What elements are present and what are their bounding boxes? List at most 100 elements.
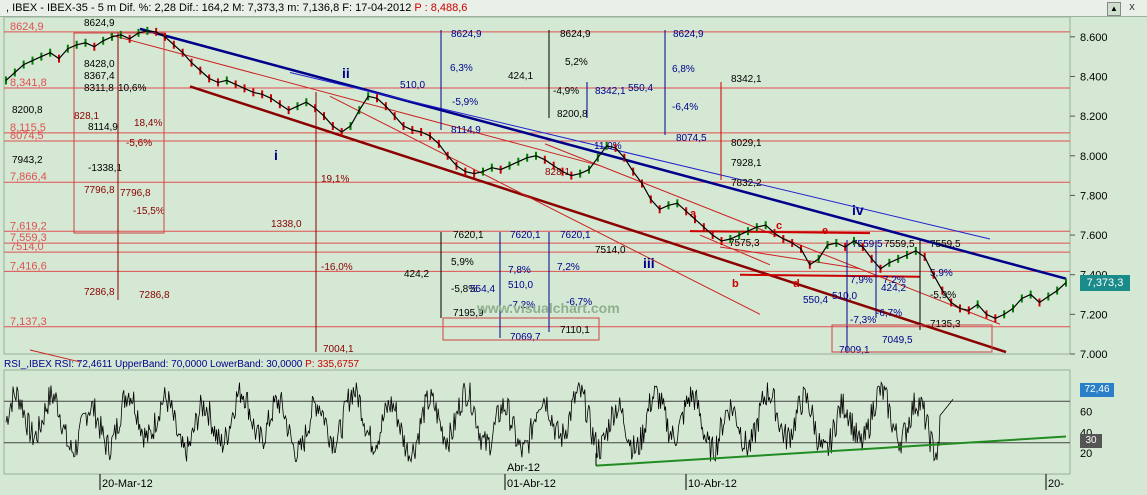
wave-label: iii (643, 255, 655, 271)
annotation-text: 7,9% (850, 275, 873, 286)
y-tick-label: 7.000 (1080, 349, 1108, 361)
annotation-text: 7559,5 (930, 239, 961, 250)
annotation-text: 7069,7 (510, 332, 541, 343)
x-tick-label: 01-Abr-12 (507, 478, 556, 490)
trendline (329, 95, 761, 315)
watermark-text: www.visualchart.com (477, 300, 620, 316)
annotation-text: 7004,1 (323, 344, 354, 355)
trendline (139, 27, 1067, 280)
annotation-text: 7559,5 (884, 239, 915, 250)
level-label: 7514,0 (10, 241, 44, 253)
level-label: 7,619,2 (10, 220, 47, 232)
y-tick-label: 8.200 (1080, 111, 1108, 123)
annotation-text: 8367,4 (84, 71, 115, 82)
annotation-text: 8200,8 (12, 105, 43, 116)
trendline (289, 72, 991, 240)
wave-label: b (732, 278, 739, 290)
annotation-text: 7009,1 (839, 345, 870, 356)
annotation-text: 5,9% (451, 257, 474, 268)
wave-label: e (822, 225, 828, 237)
annotation-text: 18,4% (134, 118, 162, 129)
annotation-text: -5,9% (452, 97, 478, 108)
annotation-text: 8624,9 (451, 29, 482, 40)
wave-label: iv (852, 202, 864, 218)
level-label: 7,866,4 (10, 171, 47, 183)
level-label: 8074,5 (10, 130, 44, 142)
annotation-text: 7,8% (508, 265, 531, 276)
annotation-text: -6,7% (876, 308, 902, 319)
annotation-text: 554,4 (470, 284, 495, 295)
annotation-text: 7110,1 (560, 325, 590, 336)
annotation-text: 6,3% (450, 63, 473, 74)
annotation-text: -6,4% (672, 102, 698, 113)
annotation-text: 510,0 (508, 280, 533, 291)
x-tick-label: 20-Mar-12 (102, 478, 153, 490)
annotation-text: 1338,0 (271, 219, 302, 230)
price-series (5, 26, 1067, 323)
last-price-box: 7,373,3 (1080, 275, 1130, 291)
annotation-text: 19,1% (321, 174, 349, 185)
annotation-text: 828,1 (74, 111, 99, 122)
chart-svg[interactable]: 8624,98,341,88,115,58074,57,866,47,619,2… (0, 0, 1147, 495)
annotation-text: 7514,0 (595, 245, 626, 256)
annotation-text: 7286,8 (139, 290, 170, 301)
annotation-text: 8114,9 (88, 122, 118, 133)
annotation-text: 7559,5 (852, 239, 883, 250)
annotation-text: -7,3% (850, 315, 876, 326)
annotation-text: 8428,0 (84, 59, 115, 70)
rsi-header: RSI_,IBEX RSI: 72,4611 UpperBand: 70,000… (4, 359, 360, 370)
annotation-text: 8311,8 (84, 83, 114, 94)
annotation-text: 550,4 (803, 295, 828, 306)
annotation-text: 5,2% (565, 57, 588, 68)
level-label: 8624,9 (10, 21, 44, 33)
y-tick-label: 7.800 (1080, 190, 1108, 202)
annotation-text: 424,1 (508, 71, 533, 82)
annotation-text: -15,5% (133, 206, 165, 217)
y-tick-label: 7.600 (1080, 230, 1108, 242)
rsi-series (4, 381, 1070, 467)
annotation-text: 7943,2 (12, 155, 43, 166)
rsi-panel-frame (3, 369, 1071, 475)
annotation-text: 7620,1 (510, 230, 541, 241)
price-line (5, 30, 1067, 319)
annotation-text: 8342,1 (595, 86, 626, 97)
annotation-text: 8200,8 (557, 109, 588, 120)
annotation-text: 7832,2 (731, 178, 762, 189)
wave-label: ii (342, 65, 350, 81)
annotation-text: 424,2 (881, 283, 906, 294)
annotation-text: 7928,1 (731, 158, 762, 169)
x-axis: 20-Mar-12 01-Abr-12 10-Abr-12 20- Abr-12 (99, 462, 1064, 490)
annotation-text: 10,6% (118, 83, 146, 94)
annotation-text: 8114,9 (451, 125, 481, 136)
wave-label: c (776, 220, 782, 232)
annotation-text: 8624,9 (560, 29, 591, 40)
annotation-text: 7620,1 (453, 230, 484, 241)
annotation-text: 510,0 (832, 291, 857, 302)
rsi-tick-label: 60 (1080, 407, 1092, 419)
annotation-text: -4,9% (553, 86, 579, 97)
annotation-text: 8029,1 (731, 138, 762, 149)
annotation-text: 7796,8 (84, 185, 115, 196)
annotation-text: 8074,5 (676, 133, 707, 144)
level-label: 7,416,6 (10, 260, 47, 272)
annotation-text: 7,2% (557, 262, 580, 273)
annotation-text: 8624,9 (673, 29, 704, 40)
annotation-text: 6,8% (672, 64, 695, 75)
y-tick-label: 8.400 (1080, 71, 1108, 83)
x-tick-label: 10-Abr-12 (688, 478, 737, 490)
wave-label: i (274, 147, 278, 163)
rsi-p-label: P: 335,6757 (305, 359, 360, 370)
rsi-tick-label: 20 (1080, 448, 1092, 460)
y-tick-label: 7.200 (1080, 309, 1108, 321)
rsi-lower-box: 30 (1080, 434, 1102, 448)
rsi-line (5, 381, 954, 464)
annotation-text: 510,0 (400, 80, 425, 91)
x-tick-minor-label: Abr-12 (507, 462, 540, 474)
level-label: 8,341,8 (10, 77, 47, 89)
x-tick-label: 20- (1048, 478, 1064, 490)
annotation-text: 7286,8 (84, 287, 115, 298)
annotation-text: 424,2 (404, 269, 429, 280)
annotation-text: 7049,5 (882, 335, 913, 346)
wave-label: d (793, 278, 800, 290)
annotation-text: -5,6% (126, 138, 152, 149)
